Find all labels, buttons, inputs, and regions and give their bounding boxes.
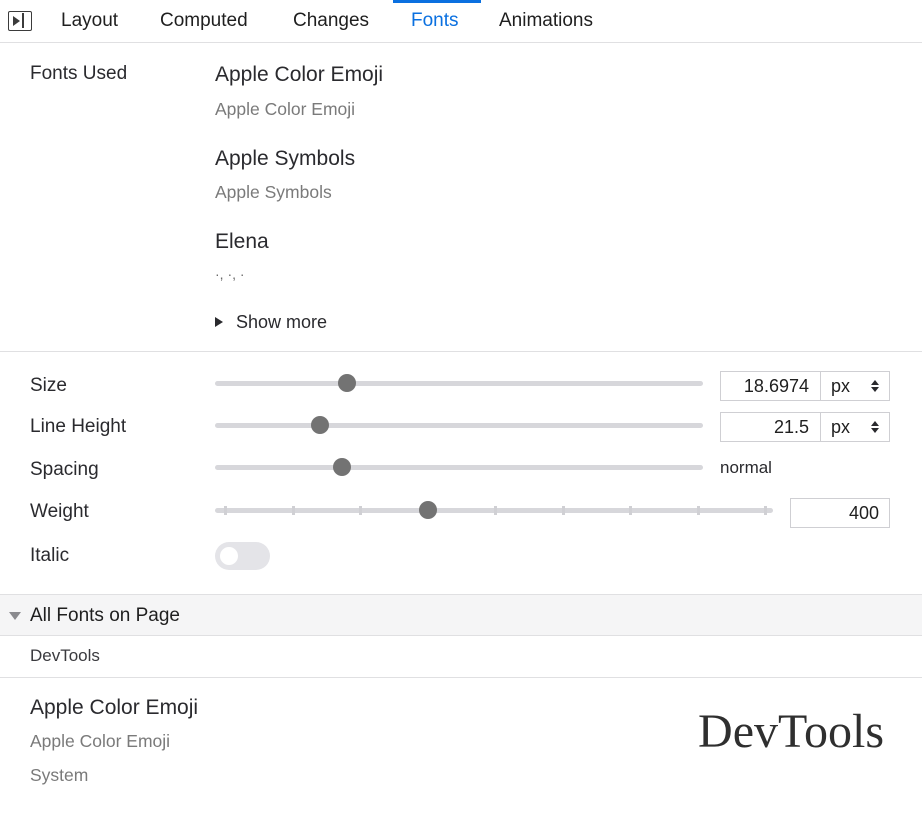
spacing-label: Spacing xyxy=(30,459,99,480)
show-more-button[interactable]: Show more xyxy=(215,312,327,336)
font-name: Elena xyxy=(215,230,269,253)
tab-computed[interactable]: Computed xyxy=(160,0,248,43)
toggle-knob xyxy=(220,547,238,565)
spacing-slider[interactable] xyxy=(215,465,703,470)
weight-input[interactable]: 400 xyxy=(790,498,890,528)
weight-tick xyxy=(561,506,565,515)
italic-toggle[interactable] xyxy=(215,542,270,570)
size-unit-select[interactable]: px xyxy=(831,372,850,400)
weight-tick xyxy=(291,506,295,515)
weight-label: Weight xyxy=(30,501,89,522)
weight-tick xyxy=(359,506,362,515)
unit-spinner-icon[interactable] xyxy=(871,380,879,392)
font-preview: DevTools xyxy=(698,705,884,758)
weight-tick xyxy=(224,506,227,515)
tab-changes[interactable]: Changes xyxy=(293,0,369,43)
line-height-slider[interactable] xyxy=(215,423,703,428)
all-fonts-header[interactable]: All Fonts on Page xyxy=(0,594,922,636)
all-font-name: Apple Color Emoji xyxy=(30,696,199,719)
tab-animations[interactable]: Animations xyxy=(499,0,593,43)
tab-fonts[interactable]: Fonts xyxy=(411,0,459,43)
section-divider xyxy=(0,677,922,678)
sidebar-toggle-icon[interactable] xyxy=(8,11,32,31)
show-more-label: Show more xyxy=(236,312,328,332)
line-height-input[interactable]: 21.5 px xyxy=(720,412,890,442)
weight-tick xyxy=(696,506,700,515)
font-source: ·, ·, · xyxy=(215,266,245,282)
font-origin-group: DevTools xyxy=(30,646,100,665)
all-fonts-title: All Fonts on Page xyxy=(30,605,180,626)
fonts-used-label: Fonts Used xyxy=(30,63,128,84)
weight-value: 400 xyxy=(848,503,879,523)
size-input[interactable]: 18.6974 px xyxy=(720,371,890,401)
all-font-source: Apple Color Emoji xyxy=(30,731,171,751)
play-triangle-icon xyxy=(13,15,20,26)
collapse-triangle-icon[interactable] xyxy=(9,612,21,620)
tab-bar: Layout Computed Changes Fonts Animations xyxy=(0,0,922,43)
unit-spinner-icon[interactable] xyxy=(871,421,879,433)
italic-label: Italic xyxy=(30,545,70,566)
size-value: 18.6974 xyxy=(743,376,809,396)
section-divider xyxy=(0,351,922,352)
active-tab-indicator xyxy=(393,0,481,3)
line-height-label: Line Height xyxy=(30,416,127,437)
size-label: Size xyxy=(30,375,67,396)
size-slider[interactable] xyxy=(215,381,703,386)
tab-layout[interactable]: Layout xyxy=(61,0,118,43)
font-source: Apple Symbols xyxy=(215,182,332,202)
line-height-value: 21.5 xyxy=(773,417,809,437)
weight-tick xyxy=(629,506,632,515)
expand-triangle-icon xyxy=(215,317,223,327)
size-slider-thumb[interactable] xyxy=(337,374,356,392)
font-name: Apple Symbols xyxy=(215,147,356,170)
font-source: Apple Color Emoji xyxy=(215,99,356,119)
spacing-slider-thumb[interactable] xyxy=(332,458,351,476)
spacing-value: normal xyxy=(720,458,772,477)
weight-slider-thumb[interactable] xyxy=(418,501,437,519)
weight-tick xyxy=(494,506,497,515)
line-height-unit-select[interactable]: px xyxy=(831,413,850,441)
font-name: Apple Color Emoji xyxy=(215,63,384,86)
weight-tick xyxy=(764,506,767,515)
line-height-slider-thumb[interactable] xyxy=(310,416,329,434)
all-font-origin: System xyxy=(30,765,89,785)
